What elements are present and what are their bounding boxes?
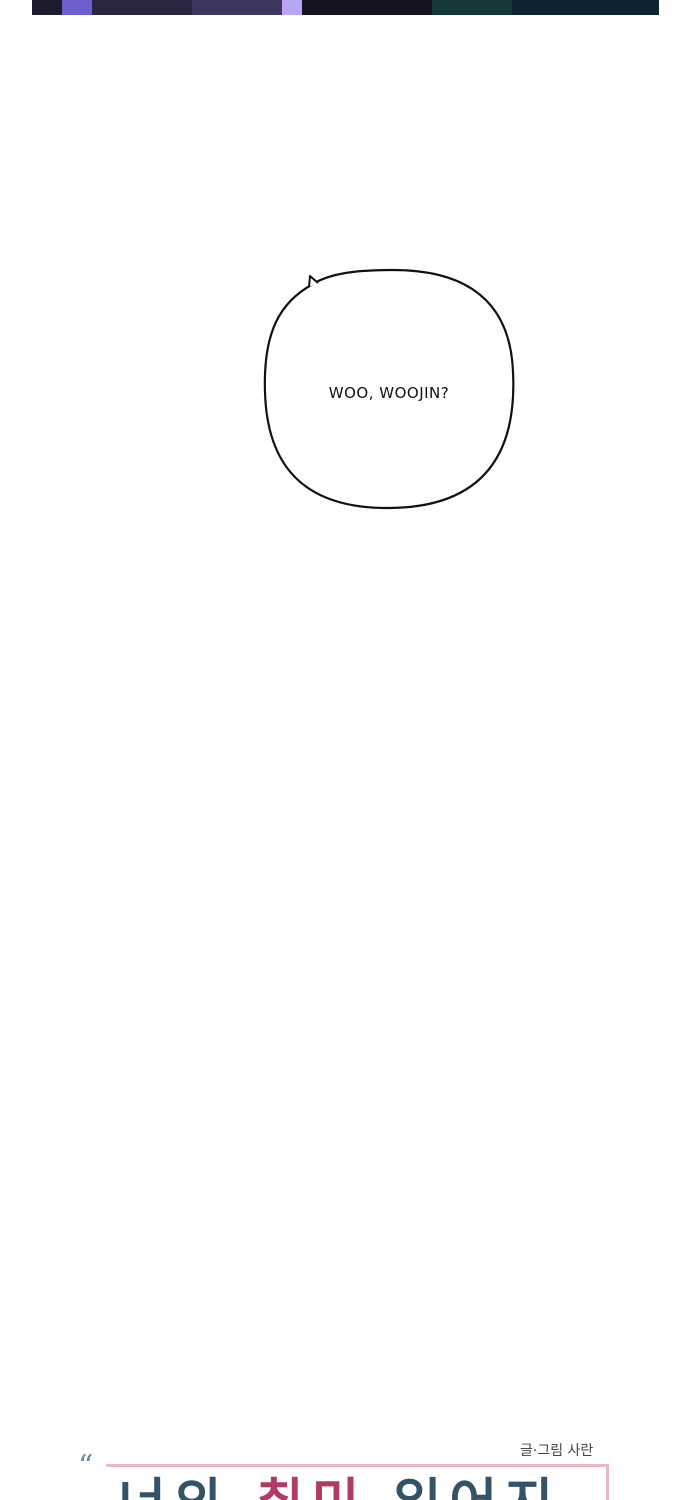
comic-page: WOO, WOOJIN? 글·그림 사란 “ 너의 취미 일어지 <box>0 0 690 1500</box>
title-frame-side <box>606 1464 609 1500</box>
title-word: 일어지 <box>394 1474 562 1500</box>
author-credit: 글·그림 사란 <box>520 1443 594 1459</box>
title-word: 너의 <box>118 1474 230 1500</box>
panel-color-block <box>512 0 659 15</box>
panel-color-block <box>282 0 302 15</box>
panel-color-block <box>92 0 192 15</box>
title-frame-line <box>106 1464 609 1467</box>
series-title-logo: 너의 취미 일어지 <box>118 1478 588 1500</box>
previous-panel-strip <box>32 0 659 15</box>
quote-mark-icon: “ <box>78 1449 94 1484</box>
title-word-accent: 취미 <box>256 1474 368 1500</box>
panel-color-block <box>432 0 512 15</box>
bubble-dialogue: WOO, WOOJIN? <box>328 384 450 402</box>
panel-color-block <box>302 0 432 15</box>
panel-color-block <box>62 0 92 15</box>
panel-color-block <box>192 0 282 15</box>
